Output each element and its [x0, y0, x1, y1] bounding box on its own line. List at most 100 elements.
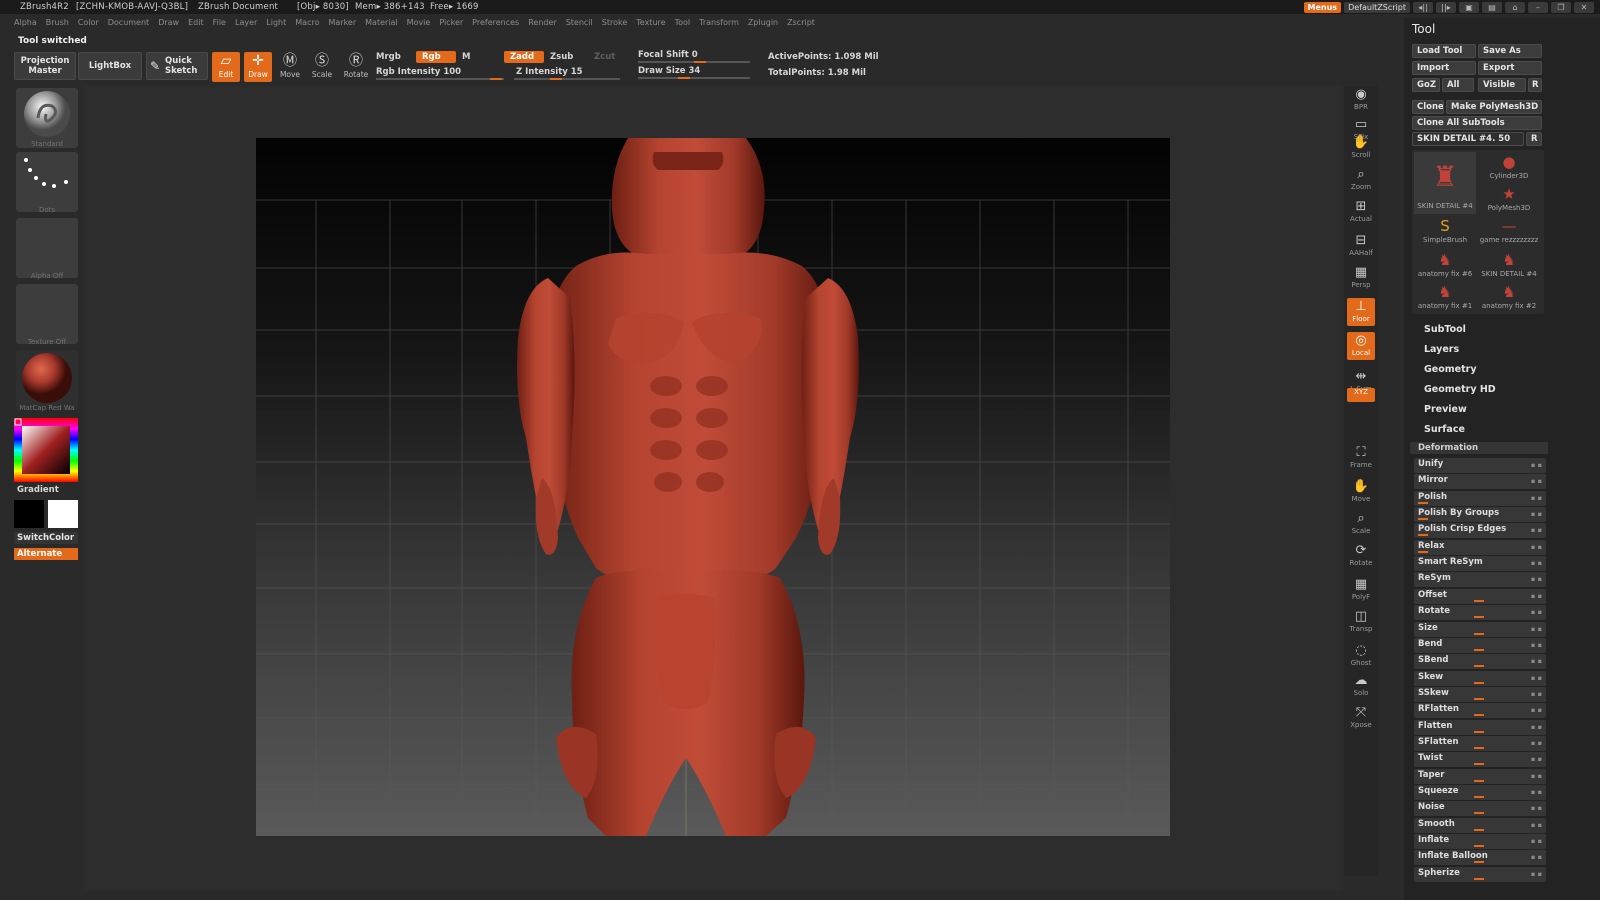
menu-draw[interactable]: Draw [158, 18, 179, 32]
save-as-button[interactable]: Save As [1478, 44, 1542, 58]
deform-slider-knob[interactable] [1474, 877, 1484, 880]
z-intensity-knob[interactable] [550, 78, 562, 80]
section-geometry-hd[interactable]: Geometry HD [1424, 384, 1496, 395]
move-button[interactable]: Ⓜ Move [276, 52, 304, 82]
tool-thumbnail[interactable]: ♞ anatomy fix #6 [1414, 250, 1476, 280]
deform-slider-knob[interactable] [1474, 648, 1484, 651]
deform-slider-knob[interactable] [1474, 796, 1484, 798]
menu-edit[interactable]: Edit [188, 18, 204, 32]
menu-texture[interactable]: Texture [636, 18, 665, 32]
menu-marker[interactable]: Marker [328, 18, 356, 32]
deform-sbend[interactable]: SBend ▪ ▪ [1414, 654, 1546, 670]
shelf-move-button[interactable]: ✋ Move [1347, 478, 1375, 506]
goz-all-button[interactable]: All [1442, 78, 1474, 92]
deform-slider-knob[interactable] [1418, 501, 1428, 504]
deform-slider-knob[interactable] [1474, 861, 1484, 864]
deform-mirror[interactable]: Mirror ▪ ▪ [1414, 474, 1546, 490]
axis-toggle-icon[interactable]: ▪ ▪ [1531, 753, 1542, 765]
alpha-selector[interactable] [16, 218, 78, 278]
axis-toggle-icon[interactable]: ▪ ▪ [1531, 868, 1542, 880]
r-button[interactable]: R [1528, 78, 1542, 92]
deform-polish-by-groups[interactable]: Polish By Groups ▪ ▪ [1414, 507, 1546, 523]
axis-toggle-icon[interactable]: ▪ ▪ [1531, 655, 1542, 667]
zsub-button[interactable]: Zsub [550, 52, 573, 62]
mrgb-button[interactable]: Mrgb [376, 52, 401, 62]
deform-noise[interactable]: Noise ▪ ▪ [1414, 801, 1546, 817]
focal-shift-slider[interactable]: Focal Shift 0 [638, 50, 698, 60]
menu-layer[interactable]: Layer [235, 18, 257, 32]
rgb-intensity-track[interactable] [376, 78, 504, 80]
tool-thumbnail[interactable]: ★ PolyMesh3D [1478, 184, 1540, 214]
menu-document[interactable]: Document [108, 18, 149, 32]
deform-twist[interactable]: Twist ▪ ▪ [1414, 752, 1546, 768]
projection-master-button[interactable]: Projection Master [14, 52, 76, 80]
z-intensity-track[interactable] [514, 78, 620, 80]
axis-toggle-icon[interactable]: ▪ ▪ [1531, 704, 1542, 716]
menu-stroke[interactable]: Stroke [602, 18, 628, 32]
deform-slider-knob[interactable] [1474, 697, 1484, 700]
rgb-intensity-knob[interactable] [490, 78, 502, 80]
axis-toggle-icon[interactable]: ▪ ▪ [1531, 557, 1542, 569]
deform-skew[interactable]: Skew ▪ ▪ [1414, 670, 1546, 686]
deform-slider-knob[interactable] [1474, 714, 1484, 717]
current-tool-slider[interactable]: SKIN DETAIL #4. 50 [1412, 132, 1524, 146]
scale-button[interactable]: Ⓢ Scale [308, 52, 336, 82]
tool-thumbnail[interactable]: ● Cylinder3D [1478, 152, 1540, 182]
axis-toggle-icon[interactable]: ▪ ▪ [1531, 786, 1542, 798]
deform-flatten[interactable]: Flatten ▪ ▪ [1414, 719, 1546, 735]
section-geometry[interactable]: Geometry [1424, 364, 1477, 375]
deform-unify[interactable]: Unify ▪ ▪ [1414, 458, 1546, 473]
deform-slider-knob[interactable] [1474, 828, 1484, 831]
lock-icon[interactable]: ⌂ [1505, 2, 1525, 13]
deform-sflatten[interactable]: SFlatten ▪ ▪ [1414, 735, 1546, 751]
window-icon[interactable]: ▤ [1482, 2, 1502, 13]
edit-button[interactable]: ▱ Edit [212, 52, 240, 82]
axis-toggle-icon[interactable]: ▪ ▪ [1531, 851, 1542, 863]
deform-slider-knob[interactable] [1474, 665, 1484, 668]
axis-toggle-icon[interactable]: ▪ ▪ [1531, 475, 1542, 487]
axis-toggle-icon[interactable]: ▪ ▪ [1531, 721, 1542, 733]
deform-offset[interactable]: Offset ▪ ▪ [1414, 588, 1546, 604]
menu-stencil[interactable]: Stencil [566, 18, 593, 32]
deform-smart-resym[interactable]: Smart ReSym ▪ ▪ [1414, 556, 1546, 572]
tool-thumbnail[interactable]: ♞ SKIN DETAIL #4 [1478, 250, 1540, 280]
texture-selector[interactable] [16, 284, 78, 344]
gradient-label[interactable]: Gradient [14, 484, 78, 496]
axis-toggle-icon[interactable]: ▪ ▪ [1531, 541, 1542, 553]
draw-size-knob[interactable] [678, 77, 690, 79]
scroll-right-icon[interactable]: ||▸ [1436, 2, 1456, 13]
switchcolor-button[interactable]: SwitchColor [14, 532, 78, 544]
deform-slider-knob[interactable] [1474, 763, 1484, 766]
shelf-frame-button[interactable]: ⛶ Frame [1347, 444, 1375, 472]
load-tool-button[interactable]: Load Tool [1412, 44, 1476, 58]
deform-taper[interactable]: Taper ▪ ▪ [1414, 768, 1546, 784]
minimize-icon[interactable]: – [1528, 2, 1548, 13]
current-tool-r-button[interactable]: R [1526, 132, 1542, 146]
deform-bend[interactable]: Bend ▪ ▪ [1414, 637, 1546, 653]
axis-toggle-icon[interactable]: ▪ ▪ [1531, 639, 1542, 651]
shelf-floor-button[interactable]: ⊥ Floor [1347, 298, 1375, 326]
section-surface[interactable]: Surface [1424, 424, 1465, 435]
deform-slider-knob[interactable] [1474, 599, 1484, 602]
clone-button[interactable]: Clone [1412, 100, 1444, 114]
deform-slider-knob[interactable] [1418, 518, 1428, 521]
deform-slider-knob[interactable] [1418, 550, 1428, 553]
draw-size-track[interactable] [638, 77, 750, 79]
z-intensity-slider[interactable]: Z Intensity 15 [516, 67, 583, 77]
focal-shift-knob[interactable] [694, 61, 706, 63]
shelf-solo-button[interactable]: ☁ Solo [1347, 672, 1375, 700]
deform-relax[interactable]: Relax ▪ ▪ [1414, 539, 1546, 555]
deform-slider-knob[interactable] [1418, 534, 1428, 537]
menu-preferences[interactable]: Preferences [472, 18, 519, 32]
default-zscript-button[interactable]: DefaultZScript [1344, 2, 1410, 13]
deform-spherize[interactable]: Spherize ▪ ▪ [1414, 866, 1546, 882]
shelf-persp-button[interactable]: ▦ Persp [1347, 264, 1375, 292]
axis-toggle-icon[interactable]: ▪ ▪ [1531, 573, 1542, 585]
lightbox-button[interactable]: LightBox [78, 52, 142, 80]
axis-toggle-icon[interactable]: ▪ ▪ [1531, 802, 1542, 814]
deform-slider-knob[interactable] [1474, 730, 1484, 733]
deform-resym[interactable]: ReSym ▪ ▪ [1414, 572, 1546, 588]
draw-size-slider[interactable]: Draw Size 34 [638, 66, 700, 76]
shelf-zoom-button[interactable]: ⌕ Zoom [1347, 166, 1375, 194]
deform-size[interactable]: Size ▪ ▪ [1414, 621, 1546, 637]
